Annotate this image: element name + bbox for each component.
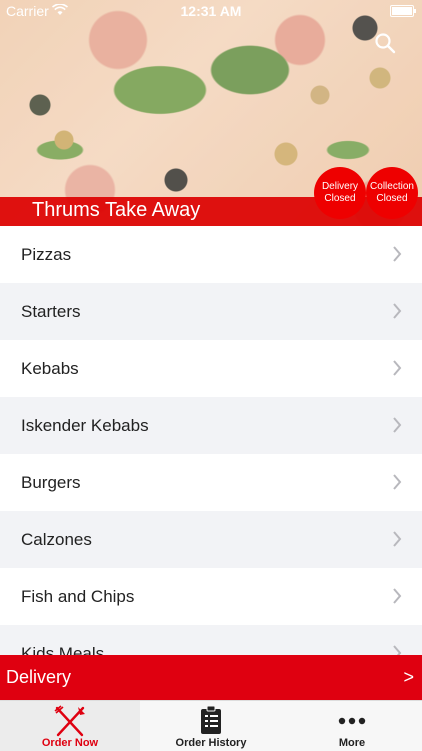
fork-knife-icon (54, 705, 85, 737)
chevron-right-icon (392, 588, 402, 609)
chevron-right-icon: > (403, 667, 414, 687)
category-row-pizzas[interactable]: Pizzas (0, 226, 422, 283)
category-row-iskender-kebabs[interactable]: Iskender Kebabs (0, 397, 422, 454)
category-list[interactable]: Pizzas Starters Kebabs Iskender Kebabs B… (0, 226, 422, 656)
category-label: Starters (21, 301, 81, 321)
tab-label: More (338, 737, 366, 749)
delivery-mode-bar[interactable]: Delivery > (0, 655, 422, 700)
collection-status-badge: Collection Closed (366, 167, 418, 219)
status-bar: Carrier 12:31 AM (0, 0, 422, 22)
delivery-status-line2: Closed (324, 193, 356, 204)
tab-label: Order Now (41, 737, 99, 749)
more-dots-icon (338, 717, 366, 725)
tab-order-history[interactable]: Order History (141, 701, 281, 751)
search-icon[interactable] (374, 32, 396, 59)
restaurant-name: Thrums Take Away (32, 199, 201, 221)
category-label: Iskender Kebabs (21, 415, 149, 435)
status-time: 12:31 AM (180, 3, 242, 19)
category-label: Kebabs (21, 358, 79, 378)
category-row-starters[interactable]: Starters (0, 283, 422, 340)
collection-status-line2: Closed (376, 193, 408, 204)
tab-label: Order History (175, 737, 247, 749)
chevron-right-icon (392, 474, 402, 495)
category-row-kids-meals[interactable]: Kids Meals (0, 625, 422, 656)
category-row-calzones[interactable]: Calzones (0, 511, 422, 568)
collection-status-line1: Collection (370, 181, 414, 192)
clipboard-icon (201, 705, 221, 734)
category-label: Pizzas (21, 244, 72, 264)
chevron-right-icon (392, 246, 402, 267)
chevron-right-icon (392, 531, 402, 552)
tab-bar: Order Now Order History More (0, 700, 422, 751)
category-row-burgers[interactable]: Burgers (0, 454, 422, 511)
category-row-fish-and-chips[interactable]: Fish and Chips (0, 568, 422, 625)
chevron-right-icon (392, 417, 402, 438)
category-row-kebabs[interactable]: Kebabs (0, 340, 422, 397)
category-label: Burgers (21, 472, 81, 492)
battery-icon (390, 5, 416, 17)
category-label: Calzones (21, 529, 92, 549)
category-label: Fish and Chips (21, 586, 135, 606)
tab-more[interactable]: More (282, 701, 422, 751)
chevron-right-icon (392, 303, 402, 324)
delivery-mode-label: Delivery (6, 667, 72, 687)
tab-order-now[interactable]: Order Now (0, 701, 140, 751)
delivery-status-badge: Delivery Closed (314, 167, 366, 219)
delivery-status-line1: Delivery (321, 181, 359, 192)
chevron-right-icon (392, 360, 402, 381)
